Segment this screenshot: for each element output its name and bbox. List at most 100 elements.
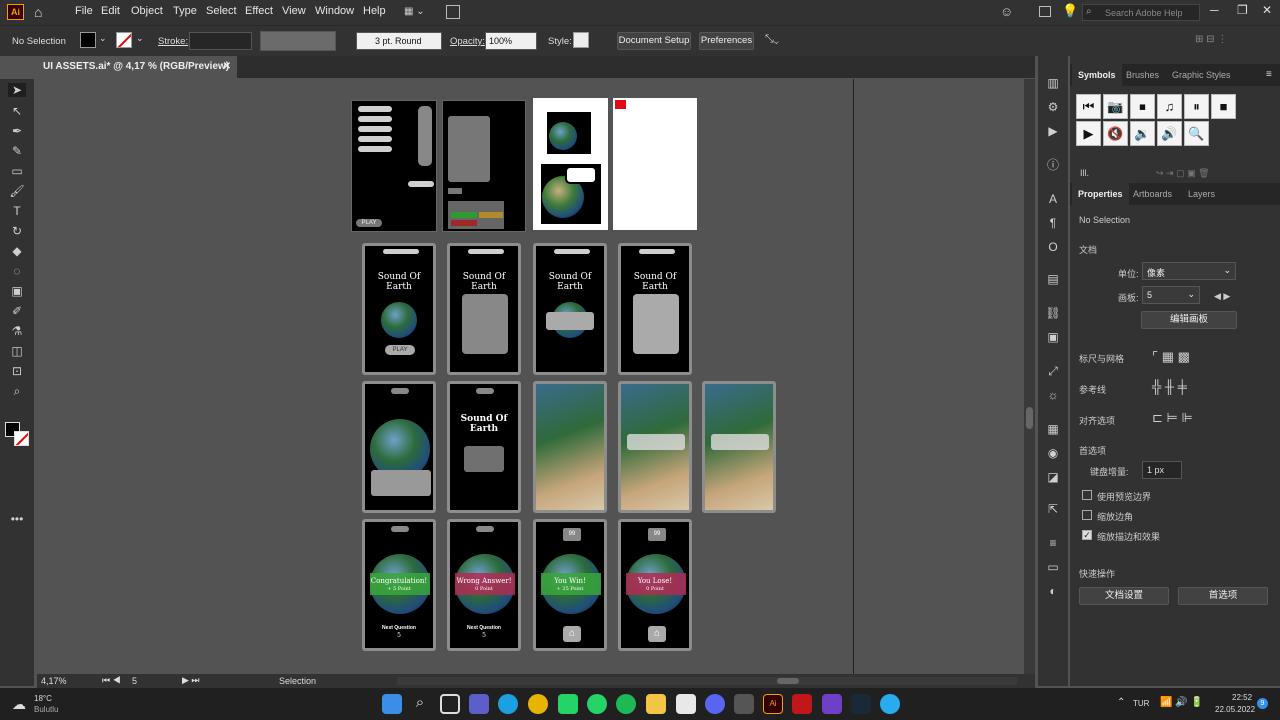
file-explorer-icon[interactable] [646, 694, 666, 714]
chrome-icon[interactable] [528, 694, 548, 714]
artboard-select[interactable]: 5 ⌄ [1142, 286, 1200, 304]
edge-icon[interactable] [498, 694, 518, 714]
appearance-icon[interactable]: ☼ [1044, 388, 1062, 402]
menu-edit[interactable]: Edit [101, 5, 120, 17]
align-icon[interactable]: ⊞ ⊟ ⋮ [1195, 34, 1227, 45]
edit-artboard-button[interactable]: 编辑画板 [1141, 311, 1237, 329]
fill-chevron-icon[interactable]: ⌄ [99, 33, 107, 44]
symbol-stop-frame[interactable]: ⏹ [1130, 94, 1155, 119]
opacity-label[interactable]: Opacity: [450, 36, 485, 47]
telegram-icon[interactable] [880, 694, 900, 714]
curvature-tool-icon[interactable]: ✎ [8, 144, 26, 158]
paintbrush-tool-icon[interactable]: 🖌 [8, 184, 26, 198]
fill-stroke-widget[interactable] [5, 422, 29, 446]
symbol-play[interactable]: ▶ [1076, 121, 1101, 146]
align-panel-icon[interactable]: ▤ [1044, 272, 1062, 286]
discord-icon[interactable] [705, 694, 725, 714]
rotate-tool-icon[interactable]: ↻ [8, 224, 26, 238]
libraries-icon[interactable]: ▥ [1044, 76, 1062, 90]
symbol-pause[interactable]: ⏸ [1184, 94, 1209, 119]
slack-icon[interactable] [676, 694, 696, 714]
artboard-earth-assets[interactable] [533, 98, 608, 230]
pen-tool-icon[interactable]: ✒ [8, 124, 26, 138]
stroke-swatch[interactable] [116, 32, 132, 48]
system-tray-icons[interactable]: 📶 🔊 🔋 [1160, 697, 1203, 708]
lightbulb-icon[interactable]: 💡 [1062, 3, 1078, 19]
opacity-input[interactable]: 100% [485, 32, 537, 50]
artboard-panels-sheet[interactable] [442, 100, 526, 232]
artboard-list-screen[interactable]: Sound Of Earth [618, 243, 692, 375]
direct-selection-tool-icon[interactable]: ↖ [8, 104, 26, 118]
symbol-volume-high[interactable]: 🔊 [1157, 121, 1182, 146]
menu-view[interactable]: View [282, 5, 306, 17]
more-tools-icon[interactable]: ••• [8, 512, 26, 526]
vertical-scrollbar[interactable] [1024, 79, 1035, 674]
spotify-icon[interactable] [616, 694, 636, 714]
menu-effect[interactable]: Effect [245, 5, 273, 17]
transparency-icon[interactable]: ◐ [1044, 584, 1062, 598]
symbol-camera[interactable]: 📷 [1103, 94, 1128, 119]
horizontal-scrollbar[interactable] [397, 677, 1017, 685]
stroke-chevron-icon[interactable]: ⌄ [136, 33, 144, 44]
variable-width-profile[interactable] [260, 31, 336, 51]
symbol-prev[interactable]: ⏮ [1076, 94, 1101, 119]
menu-object[interactable]: Object [131, 5, 163, 17]
type-tool-icon[interactable]: T [8, 204, 26, 218]
actions-icon[interactable]: ▶ [1044, 124, 1062, 138]
menu-window[interactable]: Window [315, 5, 354, 17]
links-icon[interactable]: ⛓ [1044, 306, 1062, 320]
search-box[interactable]: ⌕ Search Adobe Help [1082, 4, 1200, 21]
artboard-quiz-screen[interactable] [362, 381, 436, 513]
paragraph-icon[interactable]: ¶ [1044, 216, 1062, 230]
transform-panel-icon[interactable]: ⤢ [1044, 364, 1062, 378]
artboard-win-screen[interactable]: 99 You Win! + 25 Point ⌂ [533, 519, 607, 651]
mcafee-icon[interactable] [792, 694, 812, 714]
rectangle-tool-icon[interactable]: ▭ [8, 164, 26, 178]
unity-icon[interactable] [734, 694, 754, 714]
tab-layers[interactable]: Layers [1182, 183, 1221, 205]
properties-icon[interactable]: ⚙ [1044, 100, 1062, 114]
symbol-actions-icon[interactable]: ↪ ⇥ ▢ ▣ 🗑 [1156, 168, 1210, 179]
transform-icon[interactable]: ⤡⌄ [765, 33, 779, 46]
artboard-prev-next-icon[interactable]: ◀ ▶ [1214, 291, 1230, 302]
close-button[interactable]: ✕ [1262, 3, 1272, 17]
artboard-menu-screen[interactable]: Sound Of Earth PLAY [362, 243, 436, 375]
swatches-icon[interactable]: ▦ [1044, 422, 1062, 436]
use-preview-bounds-checkbox[interactable] [1082, 490, 1092, 500]
steam-icon[interactable] [851, 694, 871, 714]
artboard-flag[interactable] [613, 98, 697, 230]
symbol-search[interactable]: 🔍 [1184, 121, 1209, 146]
keyboard-increment-input[interactable]: 1 px [1142, 461, 1182, 479]
tray-chevron-icon[interactable]: ⌃ [1117, 697, 1125, 708]
tab-properties[interactable]: Properties [1072, 183, 1129, 205]
blend-tool-icon[interactable]: ⚗ [8, 324, 26, 338]
maximize-button[interactable]: ❐ [1237, 3, 1248, 17]
symbol-volume-low[interactable]: 🔉 [1130, 121, 1155, 146]
canvas[interactable]: PLAY Sound Of Earth PLAY Sound Of Earth [37, 79, 1025, 674]
stroke-panel-icon[interactable]: ≡ [1044, 536, 1062, 550]
notification-badge[interactable]: 9 [1257, 698, 1268, 709]
whatsapp-icon-a[interactable] [558, 694, 578, 714]
menu-help[interactable]: Help [363, 5, 386, 17]
artboard-map-screen-2[interactable] [618, 381, 692, 513]
artboard-map-screen-1[interactable] [533, 381, 607, 513]
symbol-mute[interactable]: 🔇 [1103, 121, 1128, 146]
guides-icons[interactable]: ╬ ╫ ╪ [1152, 379, 1187, 394]
artboard-nav-icon[interactable]: ⏮ ◀ [102, 675, 121, 686]
symbol-music[interactable]: ♫ [1157, 94, 1182, 119]
illustrator-taskbar-icon[interactable]: Ai [763, 694, 783, 714]
artboard-map-screen-3[interactable] [702, 381, 776, 513]
artboard-icons-sheet[interactable]: PLAY [351, 100, 437, 232]
search-taskbar-icon[interactable]: ⌕ [410, 694, 430, 714]
tab-artboards[interactable]: Artboards [1127, 183, 1178, 205]
rulers-grid-icons[interactable]: ⌜ ▦ ▩ [1152, 349, 1190, 365]
scale-strokes-checkbox[interactable]: ✓ [1082, 530, 1092, 540]
whatsapp-icon-b[interactable] [587, 694, 607, 714]
menu-file[interactable]: File [75, 5, 93, 17]
brush-definition[interactable]: 3 pt. Round [356, 32, 442, 50]
artboards-icon[interactable]: ▣ [1044, 330, 1062, 344]
document-tab[interactable]: UI ASSETS.ai* @ 4,17 % (RGB/Preview) ✕ [37, 56, 237, 78]
stroke-weight-input[interactable] [189, 32, 252, 50]
eraser-tool-icon[interactable]: ◆ [8, 244, 26, 258]
teams-icon[interactable] [469, 694, 489, 714]
